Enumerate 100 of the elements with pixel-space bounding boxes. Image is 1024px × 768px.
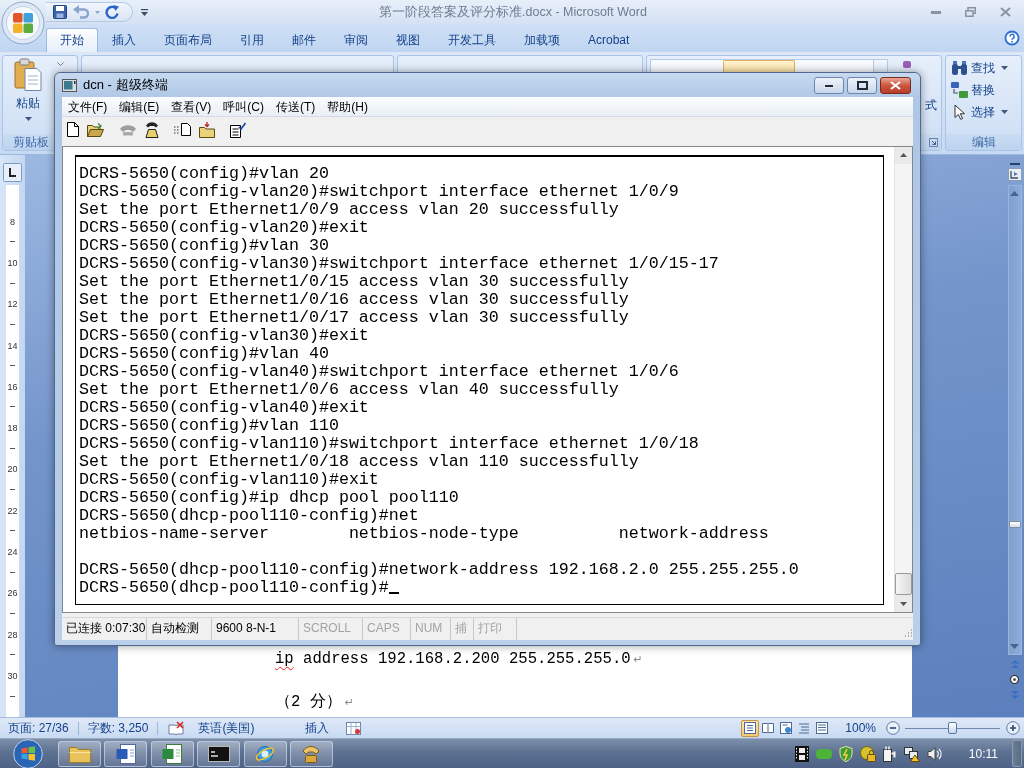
- speaker-icon[interactable]: [926, 745, 943, 762]
- terminal-line: Set the port Ethernet1/0/17 access vlan 30 successfully: [79, 308, 629, 327]
- ribbon-tab[interactable]: 插入: [98, 28, 150, 52]
- scroll-up-icon[interactable]: [1010, 191, 1019, 196]
- vertical-scrollbar[interactable]: [1007, 185, 1022, 655]
- clock[interactable]: 10:11: [968, 746, 998, 761]
- status-field: 自动检测: [147, 618, 212, 640]
- status-field: 已连接 0:07:30: [62, 618, 147, 640]
- lock-icon[interactable]: [859, 745, 876, 762]
- menu-item[interactable]: 查看(V): [165, 97, 218, 116]
- ruler-number: 30: [7, 670, 18, 681]
- styles-icon[interactable]: [903, 61, 911, 68]
- start-menu-icon[interactable]: [13, 738, 43, 768]
- style-gallery[interactable]: [650, 59, 888, 73]
- telephone-icon: [301, 744, 322, 763]
- pointer-icon: [954, 104, 965, 120]
- document-icon[interactable]: [67, 122, 79, 137]
- ribbon-tab[interactable]: Acrobat: [574, 28, 644, 52]
- view-button[interactable]: [741, 719, 760, 737]
- outline-icon: [798, 722, 811, 734]
- proofing-icon[interactable]: [168, 721, 185, 735]
- scroll-down-icon[interactable]: [895, 595, 912, 612]
- scroll-down-icon[interactable]: [1010, 644, 1019, 649]
- menu-item[interactable]: 文件(F): [62, 97, 114, 116]
- paste-button[interactable]: 粘贴: [5, 56, 51, 134]
- customize-caret-icon[interactable]: [141, 8, 148, 16]
- film-strip-icon[interactable]: [794, 745, 809, 762]
- taskbar-button[interactable]: [150, 740, 194, 767]
- ruler-number: 8: [10, 216, 15, 227]
- split-handle[interactable]: [1009, 163, 1020, 165]
- globe-icon: [255, 743, 276, 764]
- telephone-icon[interactable]: [145, 121, 159, 138]
- power-plug-icon[interactable]: [882, 745, 897, 762]
- scroll-thumb[interactable]: [895, 573, 912, 595]
- ribbon-tab[interactable]: 视图: [382, 28, 434, 52]
- window-title: dcn - 超级终端: [83, 76, 168, 94]
- terminal-line: DCRS-5650(config-vlan110)#switchport interface ethernet 1/0/18: [79, 434, 699, 453]
- minimize-icon[interactable]: [931, 10, 941, 14]
- status-field: CAPS: [363, 618, 411, 640]
- menu-item[interactable]: 呼叫(C): [217, 97, 270, 116]
- help-icon[interactable]: [1004, 30, 1020, 46]
- taskbar-button[interactable]: [197, 740, 241, 767]
- ribbon-button[interactable]: 选择: [951, 101, 1021, 123]
- insert-mode[interactable]: 插入: [305, 719, 330, 737]
- binoculars-icon: [951, 61, 968, 75]
- minimize-button[interactable]: [814, 77, 844, 94]
- zoom-out-icon[interactable]: [886, 721, 900, 735]
- status-field: NUM: [411, 618, 451, 640]
- receive-file-icon[interactable]: [199, 121, 215, 138]
- terminal-line: DCRS-5650(config-vlan40)#exit: [79, 398, 369, 417]
- open-folder-icon[interactable]: [87, 122, 104, 137]
- shield-icon[interactable]: [838, 745, 853, 762]
- slider-thumb[interactable]: [947, 722, 957, 734]
- ribbon-tab[interactable]: 邮件: [278, 28, 330, 52]
- browse-object-icon[interactable]: [1010, 675, 1019, 684]
- view-ruler-icon[interactable]: [1007, 168, 1022, 181]
- dialog-launcher-icon[interactable]: [929, 137, 938, 147]
- redo-icon[interactable]: [105, 4, 120, 20]
- resize-grip-icon[interactable]: [902, 628, 913, 639]
- maximize-button[interactable]: [847, 77, 877, 94]
- ribbon-tab[interactable]: 引用: [226, 28, 278, 52]
- language[interactable]: 英语(美国): [198, 719, 255, 737]
- ribbon-tab[interactable]: 开始: [46, 28, 98, 52]
- close-button[interactable]: [880, 77, 911, 94]
- terminal-app-icon[interactable]: [62, 78, 77, 92]
- draft-icon: [816, 722, 829, 734]
- zoom-level[interactable]: 100%: [845, 721, 876, 735]
- sheet-icon[interactable]: [346, 721, 362, 735]
- ribbon-tab[interactable]: 页面布局: [150, 28, 226, 52]
- terminal-line: DCRS-5650(config-vlan20)#exit: [79, 218, 369, 237]
- terminal-line: DCRS-5650(config)#vlan 40: [79, 344, 329, 363]
- chevron-icon[interactable]: [57, 62, 64, 66]
- tab-stop-icon[interactable]: [3, 163, 22, 182]
- network-warning-icon[interactable]: [903, 745, 920, 762]
- page-count[interactable]: 页面: 27/36: [8, 719, 69, 737]
- ribbon-button[interactable]: 查找: [951, 57, 1021, 79]
- console-icon: [207, 745, 230, 762]
- ribbon-tab[interactable]: 加载项: [510, 28, 574, 52]
- terminal-screen[interactable]: [75, 155, 884, 605]
- taskbar-button[interactable]: [104, 740, 148, 767]
- menu-item[interactable]: 编辑(E): [113, 97, 166, 116]
- terminal-line: DCRS-5650(config-vlan110)#exit: [79, 470, 379, 489]
- document-paragraph: ip address 192.168.2.200 255.255.255.0 ↵: [275, 649, 644, 670]
- ribbon-tab[interactable]: 审阅: [330, 28, 382, 52]
- menu-item[interactable]: 传送(T): [270, 97, 322, 116]
- ribbon-button[interactable]: 替换: [951, 79, 1021, 101]
- word-count[interactable]: 字数: 3,250: [87, 719, 149, 737]
- ruler-number: 18: [7, 423, 18, 434]
- zoom-in-icon[interactable]: [1006, 721, 1020, 735]
- properties-icon[interactable]: [230, 121, 246, 138]
- scroll-thumb[interactable]: [1008, 520, 1021, 528]
- close-icon[interactable]: [1000, 7, 1011, 17]
- restore-icon[interactable]: [965, 7, 976, 17]
- scroll-up-icon[interactable]: [895, 147, 912, 164]
- ruler-number: 16: [7, 381, 18, 392]
- ribbon-tab[interactable]: 开发工具: [434, 28, 510, 52]
- menu-item[interactable]: 帮助(H): [321, 97, 374, 116]
- save-icon[interactable]: [53, 5, 67, 19]
- send-file-icon[interactable]: [174, 123, 191, 136]
- terminal-line: Set the port Ethernet1/0/9 access vlan 20 successfully: [79, 200, 619, 219]
